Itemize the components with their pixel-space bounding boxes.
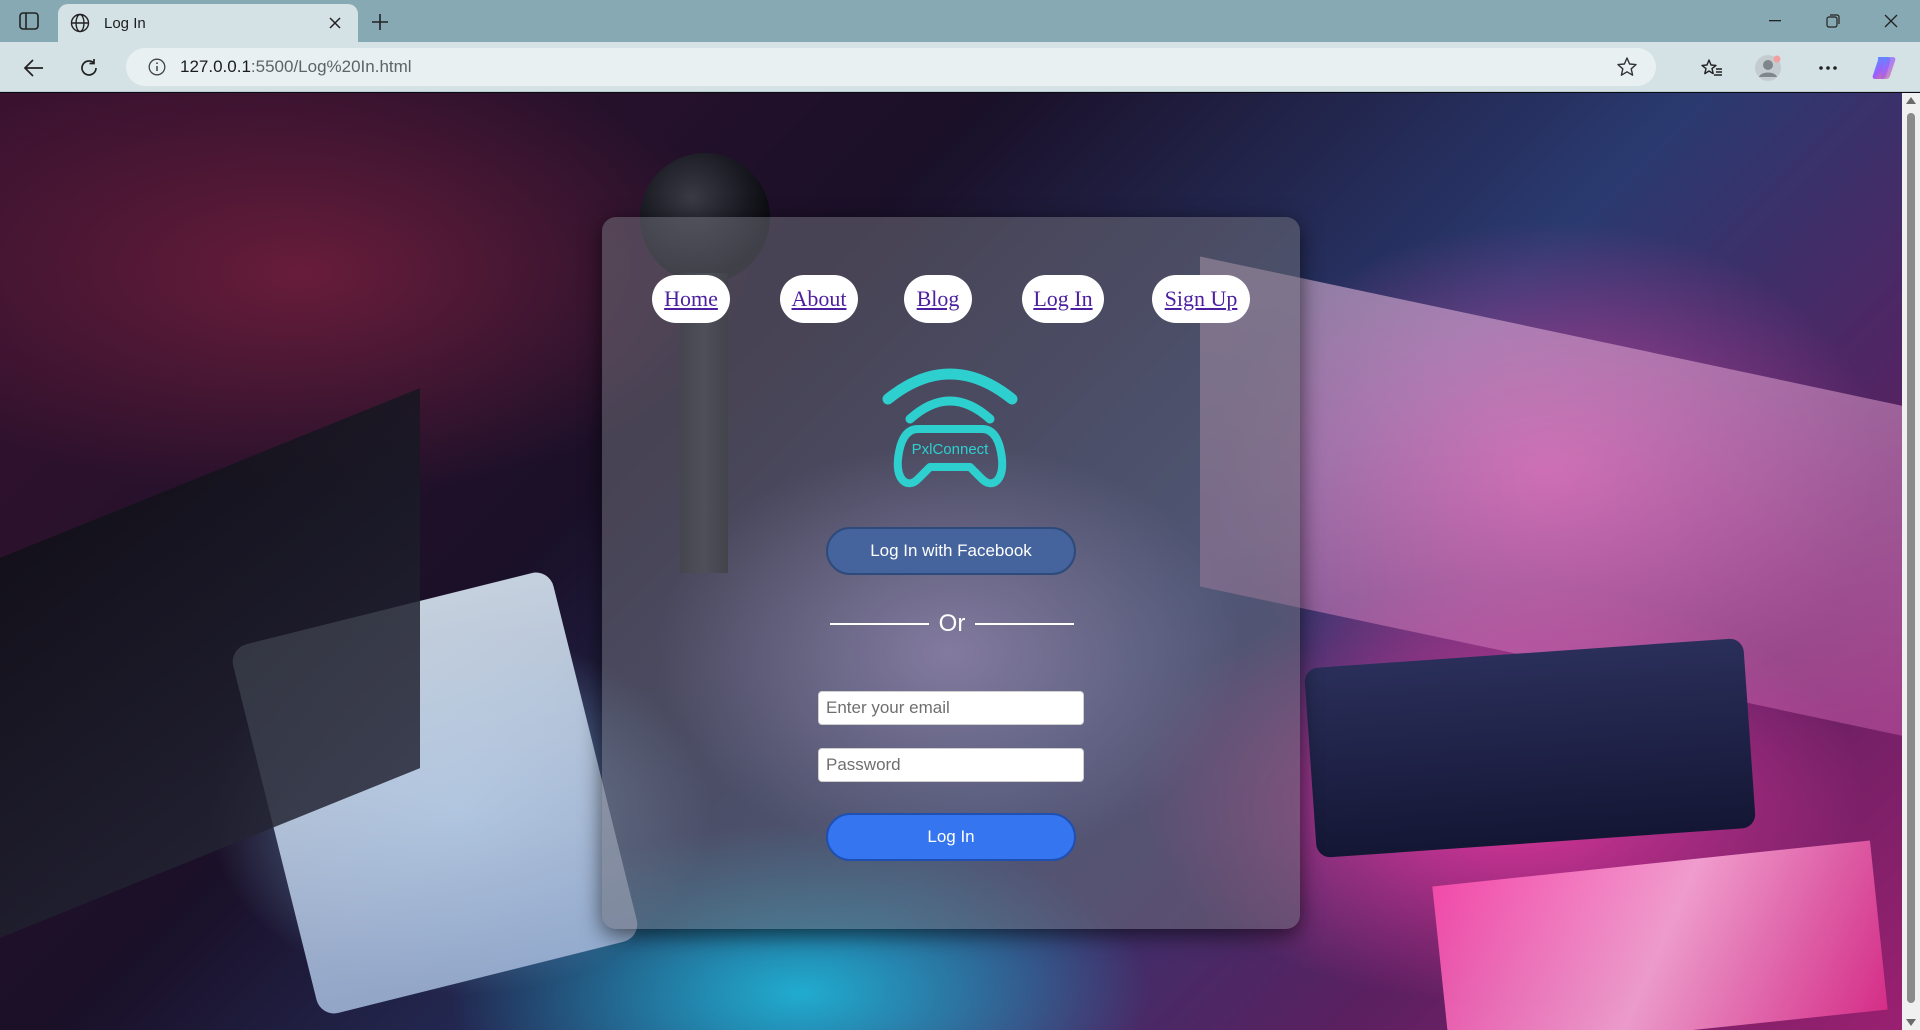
nav-home-link[interactable]: Home [652, 275, 730, 323]
pxlconnect-logo: PxlConnect [882, 363, 1018, 493]
copilot-icon[interactable] [1868, 52, 1900, 84]
url-host: 127.0.0.1 [180, 57, 251, 76]
login-card: Home About Blog Log In Sign Up PxlConnec… [602, 217, 1300, 929]
restore-icon[interactable] [1804, 0, 1862, 42]
scroll-up-arrow-icon[interactable] [1906, 97, 1916, 104]
minimize-icon[interactable] [1746, 0, 1804, 42]
nav-links: Home About Blog Log In Sign Up [602, 275, 1300, 323]
back-arrow-icon[interactable] [18, 52, 50, 84]
or-label: Or [938, 610, 966, 637]
new-tab-icon[interactable] [366, 9, 394, 35]
favorites-icon[interactable] [1696, 52, 1728, 84]
scrollbar-thumb[interactable] [1907, 113, 1915, 1003]
or-divider: Or [830, 609, 1075, 639]
nav-signup-link[interactable]: Sign Up [1152, 275, 1250, 323]
more-options-icon[interactable] [1812, 52, 1844, 84]
nav-about-link[interactable]: About [780, 275, 858, 323]
site-info-icon[interactable] [146, 56, 168, 78]
close-tab-icon[interactable] [324, 12, 346, 34]
login-submit-button[interactable]: Log In [826, 813, 1076, 861]
window-controls [1746, 0, 1920, 42]
close-window-icon[interactable] [1862, 0, 1920, 42]
address-toolbar: 127.0.0.1:5500/Log%20In.html [0, 42, 1920, 92]
tab-title: Log In [104, 14, 146, 32]
logo-text: PxlConnect [912, 441, 990, 458]
page-background: Home About Blog Log In Sign Up PxlConnec… [0, 93, 1902, 1030]
nav-blog-link[interactable]: Blog [904, 275, 972, 323]
favorite-star-icon[interactable] [1616, 56, 1638, 83]
reload-icon[interactable] [73, 52, 105, 84]
url-text: 127.0.0.1:5500/Log%20In.html [180, 57, 412, 77]
divider-line-left [830, 623, 929, 625]
profile-avatar-icon[interactable] [1752, 52, 1784, 84]
url-path: :5500/Log%20In.html [250, 57, 412, 76]
globe-icon [70, 12, 92, 34]
page-scrollbar[interactable] [1902, 93, 1920, 1030]
divider-line-right [975, 623, 1075, 625]
email-input[interactable] [818, 691, 1084, 725]
nav-login-link[interactable]: Log In [1022, 275, 1104, 323]
active-tab[interactable]: Log In [58, 4, 358, 42]
tab-bar: Log In [0, 0, 1920, 42]
url-bar[interactable]: 127.0.0.1:5500/Log%20In.html [126, 48, 1656, 86]
scroll-down-arrow-icon[interactable] [1906, 1019, 1916, 1026]
cartridge-decor [1432, 840, 1888, 1030]
facebook-login-button[interactable]: Log In with Facebook [826, 527, 1076, 575]
password-input[interactable] [818, 748, 1084, 782]
tab-actions-icon[interactable] [14, 9, 44, 33]
console-decor [1303, 637, 1757, 859]
